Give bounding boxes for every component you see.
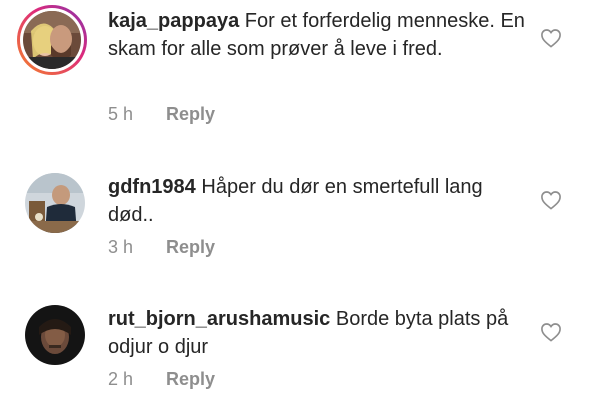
heart-outline-icon[interactable] bbox=[540, 190, 562, 210]
comment-username[interactable]: kaja_pappaya bbox=[108, 10, 239, 32]
comment-text-block: kaja_pappaya For et forferdelig menneske… bbox=[108, 7, 528, 63]
comment-username[interactable]: gdfn1984 bbox=[108, 176, 196, 198]
reply-button[interactable]: Reply bbox=[166, 104, 215, 124]
avatar[interactable] bbox=[23, 11, 81, 69]
comment-timestamp: 2 h bbox=[108, 369, 134, 389]
comment-item: gdfn1984 Håper du dør en smertefull lang… bbox=[0, 133, 598, 266]
comment-text-block: gdfn1984 Håper du dør en smertefull lang… bbox=[108, 173, 528, 229]
avatar[interactable] bbox=[25, 305, 85, 365]
comment-meta: 2 h Reply bbox=[108, 367, 215, 391]
comment-timestamp: 3 h bbox=[108, 237, 134, 257]
reply-button[interactable]: Reply bbox=[166, 369, 215, 389]
comment-item: kaja_pappaya For et forferdelig menneske… bbox=[0, 0, 598, 133]
comment-username[interactable]: rut_bjorn_arushamusic bbox=[108, 308, 330, 330]
comment-item: rut_bjorn_arushamusic Borde byta plats p… bbox=[0, 266, 598, 400]
comment-meta: 5 h Reply bbox=[108, 102, 215, 126]
comment-timestamp: 5 h bbox=[108, 104, 134, 124]
reply-button[interactable]: Reply bbox=[166, 237, 215, 257]
comment-text-block: rut_bjorn_arushamusic Borde byta plats p… bbox=[108, 305, 528, 361]
heart-outline-icon[interactable] bbox=[540, 28, 562, 48]
comment-meta: 3 h Reply bbox=[108, 235, 215, 259]
avatar-story-ring[interactable] bbox=[17, 5, 87, 75]
avatar[interactable] bbox=[25, 173, 85, 233]
heart-outline-icon[interactable] bbox=[540, 322, 562, 342]
